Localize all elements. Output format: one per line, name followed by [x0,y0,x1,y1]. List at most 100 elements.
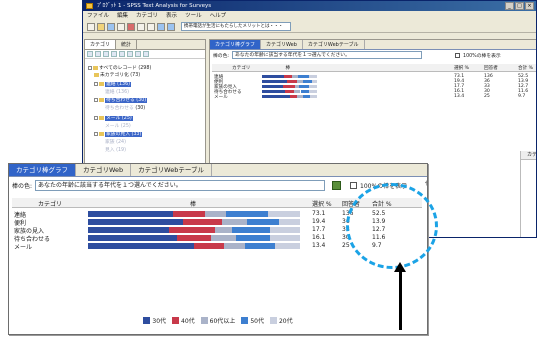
bar-segment[interactable] [270,235,300,241]
bar-segment[interactable] [309,90,317,93]
menu-help[interactable]: ヘルプ [210,11,227,21]
back-icon[interactable] [137,22,145,31]
menu-tools[interactable]: ツール [185,11,202,21]
bar-segment[interactable] [232,227,271,233]
bar-segment[interactable] [194,243,224,249]
bar-segment[interactable] [88,227,169,233]
edit-icon[interactable] [117,22,125,31]
menu-view[interactable]: 表示 [166,11,177,21]
tab-bar-chart[interactable]: カテゴリ棒グラフ [210,40,262,49]
tree-tool-icon[interactable] [95,51,101,57]
bar-segment[interactable] [284,75,293,78]
side-list-item[interactable]: メール [521,214,536,223]
bar-segment[interactable] [215,227,233,233]
column-header-total[interactable]: 合計 % [518,65,533,71]
bar-segment[interactable] [309,85,317,88]
tree-node[interactable]: 見入 (19) [105,146,126,153]
column-header-bar[interactable]: 棒 [286,65,291,71]
percent-checkbox[interactable] [455,52,461,58]
side-list-item[interactable]: 連絡 [521,178,536,187]
bar-segment[interactable] [311,80,317,83]
column-header-pct[interactable]: 選択 % [312,199,332,208]
tree-tool-icon[interactable] [127,51,133,57]
forward-icon[interactable] [147,22,155,31]
bar-segment[interactable] [177,235,211,241]
tree-tool-icon[interactable] [111,51,117,57]
minimize-icon[interactable]: _ [505,2,514,10]
side-list-item[interactable]: 家族の見入 [521,196,536,205]
save-icon[interactable] [107,22,115,31]
tree-node[interactable]: 未カテゴリ化 (73) [94,71,140,78]
bar-segment[interactable] [278,219,300,225]
bar-segment[interactable] [268,211,300,217]
color-settings-icon[interactable] [332,181,342,190]
tree-node[interactable]: 連絡 (136) [94,80,132,87]
up-icon[interactable] [157,22,165,31]
bar-segment[interactable] [204,211,226,217]
side-list-item[interactable]: 便利 [521,187,536,196]
new-icon[interactable] [87,22,95,31]
open-icon[interactable] [97,22,105,31]
variable-select[interactable]: あなたの年齢に該当する年代を１つ選んでください。 [232,51,423,59]
tab-statistics[interactable]: 統計 [116,40,138,49]
percent-checkbox[interactable] [350,182,358,189]
tree-node[interactable]: 家族の見入 (33) [94,130,143,137]
bar-segment[interactable] [223,243,245,249]
tree-node[interactable]: 家族 (24) [105,138,126,145]
bar-segment[interactable] [236,235,271,241]
bar-segment[interactable] [88,235,178,241]
variable-select[interactable]: あなたの年齢に該当する年代を１つ選んでください。 [35,180,326,191]
bar-segment[interactable] [210,235,237,241]
bar-segment[interactable] [88,219,184,225]
bar-segment[interactable] [262,80,287,83]
maximize-icon[interactable]: □ [515,2,524,10]
tree-tool-icon[interactable] [119,51,125,57]
tab-web[interactable]: カテゴリWeb [76,164,132,176]
bar-segment[interactable] [88,211,173,217]
bar-segment[interactable] [244,243,275,249]
bar-segment[interactable] [225,211,269,217]
column-header-category[interactable]: カテゴリ [38,199,62,208]
tree-node[interactable]: すべてのレコード (298) [88,64,151,71]
menu-edit[interactable]: 編集 [117,11,128,21]
close-icon[interactable]: × [525,2,534,10]
bar-segment[interactable] [274,243,300,249]
bar-segment[interactable] [297,75,309,78]
bar-segment[interactable] [262,95,290,98]
column-header-count[interactable]: 回答者 [484,65,498,71]
delete-icon[interactable] [127,22,135,31]
bar-segment[interactable] [262,85,283,88]
bar-segment[interactable] [300,90,310,93]
menu-file[interactable]: ファイル [87,11,109,21]
column-header-category[interactable]: カテゴリ [232,65,250,71]
tree-tool-icon[interactable] [135,51,141,57]
bar-segment[interactable] [172,211,205,217]
bar-segment[interactable] [183,219,222,225]
tree-node[interactable]: 待ち合わせる (30) [105,104,145,111]
tab-web[interactable]: カテゴリWeb [261,40,303,49]
tree-tool-icon[interactable] [103,51,109,57]
tree-tool-icon[interactable] [143,51,149,57]
bar-segment[interactable] [221,219,247,225]
search-input[interactable]: 携帯電話が生活にもたらしたメリットとは・・・ [181,22,291,31]
tree-node[interactable]: メール (25) [105,122,131,129]
bar-segment[interactable] [270,227,300,233]
column-header-pct[interactable]: 選択 % [454,65,469,71]
bar-segment[interactable] [299,85,310,88]
tree-node[interactable]: 待ち合わせる (30) [94,96,148,103]
column-header-bar[interactable]: 棒 [190,199,196,208]
bar-segment[interactable] [282,85,295,88]
bar-segment[interactable] [247,219,279,225]
table-row[interactable]: メール 13.4 25 9.7 [212,94,536,100]
bar-segment[interactable] [296,80,304,83]
bar-segment[interactable] [262,90,286,93]
bar-segment[interactable] [286,80,297,83]
bar-segment[interactable] [302,95,311,98]
bar-segment[interactable] [293,90,301,93]
bar-segment[interactable] [88,243,194,249]
side-list-item[interactable]: 連絡 [521,160,536,169]
bar-segment[interactable] [310,95,317,98]
bar-segment[interactable] [285,90,294,93]
search-icon[interactable] [167,22,175,31]
bar-segment[interactable] [168,227,216,233]
